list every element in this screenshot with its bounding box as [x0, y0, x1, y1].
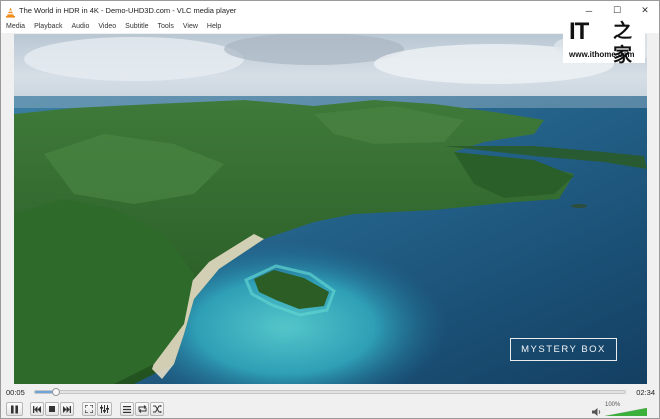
current-time: 00:05: [6, 387, 25, 397]
menu-media[interactable]: Media: [6, 23, 25, 30]
fullscreen-button[interactable]: [82, 402, 96, 416]
stop-icon: [49, 406, 55, 412]
pause-button[interactable]: [6, 402, 23, 416]
vlc-window: The World in HDR in 4K - Demo-UHD3D.com …: [0, 0, 660, 419]
seek-handle[interactable]: [51, 388, 60, 396]
vlc-cone-icon: [5, 5, 16, 18]
next-button[interactable]: [60, 402, 74, 416]
seek-row: 00:05 02:34: [1, 385, 659, 399]
shuffle-button[interactable]: [150, 402, 164, 416]
volume-slider[interactable]: [605, 408, 647, 416]
menu-help[interactable]: Help: [207, 23, 221, 30]
ithome-watermark: IT 之家 www.ithome.com: [563, 15, 645, 66]
menu-view[interactable]: View: [183, 23, 198, 30]
previous-button[interactable]: [30, 402, 44, 416]
seek-slider[interactable]: [34, 388, 626, 396]
loop-button[interactable]: [135, 402, 149, 416]
menu-bar: Media Playback Audio Video Subtitle Tool…: [1, 20, 659, 33]
video-frame-aerial-island: [14, 34, 647, 384]
menu-subtitle[interactable]: Subtitle: [125, 23, 148, 30]
next-icon: [63, 405, 71, 413]
menu-tools[interactable]: Tools: [158, 23, 174, 30]
pause-icon: [10, 405, 19, 414]
video-display[interactable]: MYSTERY BOX: [14, 34, 647, 384]
ithome-logo-it: IT: [569, 18, 589, 45]
fullscreen-icon: [85, 405, 93, 413]
menu-video[interactable]: Video: [98, 23, 116, 30]
speaker-icon[interactable]: [592, 404, 602, 416]
previous-icon: [33, 405, 41, 413]
playlist-button[interactable]: [120, 402, 134, 416]
playlist-icon: [123, 405, 131, 413]
stop-button[interactable]: [45, 402, 59, 416]
extended-settings-button[interactable]: [97, 402, 112, 416]
ithome-logo-cn: 之家: [613, 21, 633, 66]
total-time: 02:34: [636, 387, 655, 397]
ithome-url: www.ithome.com: [569, 50, 635, 59]
mystery-box-overlay-text: MYSTERY BOX: [510, 338, 617, 361]
window-title: The World in HDR in 4K - Demo-UHD3D.com …: [19, 6, 237, 15]
extended-settings-icon: [100, 405, 109, 413]
control-bar: [1, 400, 659, 418]
shuffle-icon: [152, 405, 162, 413]
menu-playback[interactable]: Playback: [34, 23, 62, 30]
title-bar[interactable]: The World in HDR in 4K - Demo-UHD3D.com …: [1, 1, 659, 20]
menu-audio[interactable]: Audio: [71, 23, 89, 30]
loop-icon: [137, 405, 147, 413]
